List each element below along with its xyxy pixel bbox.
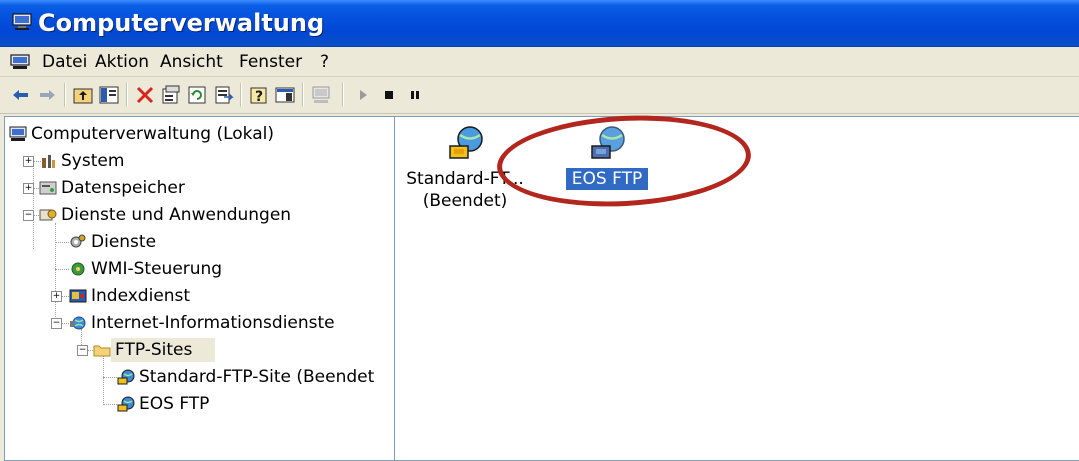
tree-label: Standard-FTP-Site (Beendet bbox=[139, 367, 375, 387]
ftp-site-icon bbox=[117, 396, 135, 412]
tree-item-storage[interactable]: Datenspeicher bbox=[39, 175, 379, 201]
tree-label: FTP-Sites bbox=[115, 340, 193, 360]
computer-management-icon bbox=[9, 126, 27, 141]
toolbar: ? bbox=[0, 77, 1079, 114]
ftp-site-status: (Beendet) bbox=[422, 191, 508, 211]
gears-icon bbox=[70, 234, 86, 248]
title-bar[interactable]: Computerverwaltung bbox=[0, 0, 1079, 47]
menu-datei[interactable]: Datei bbox=[42, 51, 87, 73]
stop-icon[interactable] bbox=[378, 84, 400, 106]
tree-line bbox=[55, 242, 69, 244]
computer-management-window: Computerverwaltung Datei Aktion Ansicht … bbox=[0, 0, 1079, 461]
tree-line bbox=[103, 404, 117, 406]
toolbar-separator bbox=[64, 83, 66, 107]
tree-item-eos-ftp[interactable]: EOS FTP bbox=[117, 391, 317, 417]
toolbar-separator bbox=[342, 83, 344, 107]
help-icon[interactable]: ? bbox=[248, 84, 270, 106]
tree-label: Datenspeicher bbox=[61, 178, 185, 198]
console-view-icon[interactable] bbox=[274, 84, 296, 106]
menu-help[interactable]: ? bbox=[320, 51, 329, 73]
folder-icon bbox=[93, 345, 111, 357]
services-applications-icon bbox=[39, 209, 57, 221]
tree-item-system[interactable]: System bbox=[39, 148, 379, 174]
back-arrow-icon[interactable] bbox=[10, 84, 32, 106]
play-icon[interactable] bbox=[352, 84, 374, 106]
tree-item-standard-ftp-site[interactable]: Standard-FTP-Site (Beendet bbox=[117, 364, 395, 390]
export-list-icon[interactable] bbox=[212, 84, 234, 106]
expand-toggle[interactable]: + bbox=[51, 291, 62, 302]
system-menu-icon[interactable] bbox=[10, 54, 30, 70]
toolbar-separator bbox=[302, 83, 304, 107]
tree-line bbox=[33, 159, 35, 249]
computer-icon bbox=[312, 86, 330, 103]
tree-item-iis[interactable]: Internet-Informationsdienste bbox=[69, 310, 379, 336]
collapse-toggle[interactable]: − bbox=[77, 345, 88, 356]
tree-item-ftp-sites[interactable]: FTP-Sites bbox=[93, 337, 217, 363]
storage-icon bbox=[39, 181, 57, 195]
tree-label: WMI-Steuerung bbox=[91, 259, 223, 279]
svg-text:?: ? bbox=[255, 89, 263, 105]
menu-fenster[interactable]: Fenster bbox=[239, 51, 302, 73]
toolbar-separator bbox=[240, 83, 242, 107]
tree-pane[interactable]: Computerverwaltung (Lokal) + System + Da… bbox=[4, 116, 396, 461]
tree-line bbox=[55, 223, 57, 327]
tree-item-services[interactable]: Dienste bbox=[69, 229, 379, 255]
tree-item-wmi[interactable]: WMI-Steuerung bbox=[69, 256, 379, 282]
tree-label: Dienste bbox=[91, 232, 157, 252]
iis-icon bbox=[70, 316, 86, 330]
collapse-toggle[interactable]: − bbox=[23, 210, 34, 221]
computer-icon bbox=[12, 13, 32, 30]
menu-ansicht[interactable]: Ansicht bbox=[160, 51, 223, 73]
ftp-site-stopped-icon bbox=[117, 369, 135, 385]
show-hide-tree-icon[interactable] bbox=[98, 84, 120, 106]
wmi-control-icon bbox=[71, 262, 85, 276]
ftp-site-stopped-icon[interactable] bbox=[446, 124, 486, 164]
menu-aktion[interactable]: Aktion bbox=[95, 51, 149, 73]
tree-label: EOS FTP bbox=[139, 394, 210, 414]
pause-icon[interactable] bbox=[404, 84, 426, 106]
indexing-service-icon bbox=[69, 289, 87, 303]
expand-toggle[interactable]: + bbox=[23, 156, 34, 167]
properties-icon[interactable] bbox=[160, 84, 182, 106]
system-tools-icon bbox=[42, 155, 55, 168]
tree-label: Computerverwaltung (Lokal) bbox=[31, 124, 274, 144]
tree-line bbox=[103, 377, 117, 379]
toolbar-separator bbox=[126, 83, 128, 107]
expand-toggle[interactable]: + bbox=[23, 183, 34, 194]
tree-line bbox=[55, 269, 69, 271]
tree-label: System bbox=[61, 151, 125, 171]
menu-bar: Datei Aktion Ansicht Fenster ? bbox=[0, 47, 1079, 77]
forward-arrow-icon[interactable] bbox=[36, 84, 58, 106]
tree-label: Internet-Informationsdienste bbox=[91, 313, 335, 333]
up-folder-icon[interactable] bbox=[72, 84, 94, 106]
collapse-toggle[interactable]: − bbox=[51, 318, 62, 329]
tree-item-root[interactable]: Computerverwaltung (Lokal) bbox=[9, 121, 389, 147]
tree-label: Indexdienst bbox=[91, 286, 191, 306]
tree-item-services-apps[interactable]: Dienste und Anwendungen bbox=[39, 202, 379, 228]
refresh-icon[interactable] bbox=[186, 84, 208, 106]
window-title: Computerverwaltung bbox=[38, 9, 325, 37]
tree-item-indexing[interactable]: Indexdienst bbox=[69, 283, 379, 309]
delete-icon[interactable] bbox=[134, 84, 156, 106]
tree-label: Dienste und Anwendungen bbox=[61, 205, 292, 225]
